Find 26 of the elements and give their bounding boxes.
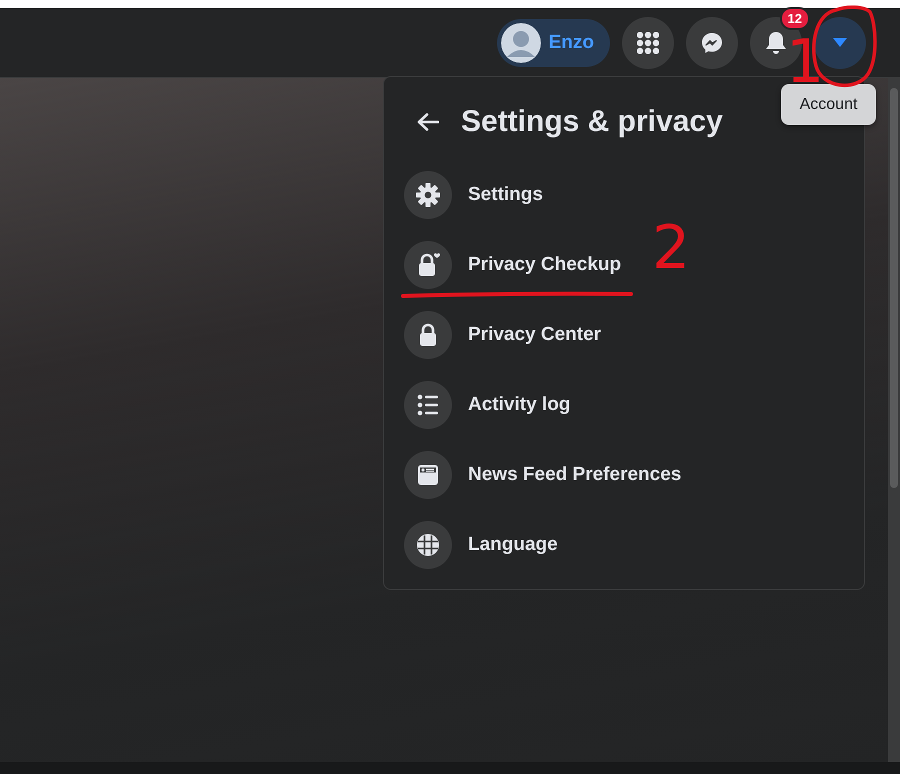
globe-icon	[404, 521, 452, 569]
menu-item[interactable]: Settings	[404, 171, 543, 219]
card-icon	[404, 451, 452, 499]
profile-name: Enzo	[548, 32, 594, 54]
menu-item[interactable]: News Feed Preferences	[404, 451, 682, 499]
profile-button[interactable]: Enzo	[496, 18, 610, 66]
tooltip: Account	[781, 84, 876, 125]
messenger-icon	[700, 30, 724, 54]
avatar-icon	[500, 22, 541, 62]
grid-icon	[637, 32, 659, 54]
messenger-button[interactable]	[686, 16, 738, 68]
bell-icon	[765, 30, 787, 54]
scrollbar[interactable]	[888, 78, 900, 762]
menu-item[interactable]: Privacy Checkup	[404, 241, 622, 289]
notification-count: 12	[780, 6, 810, 30]
caret-icon	[833, 38, 847, 47]
annotation-number: 2	[652, 218, 690, 278]
menu-title: Settings & privacy	[461, 104, 723, 138]
list-icon	[404, 381, 452, 429]
menu-item[interactable]: Language	[404, 521, 558, 569]
gear-icon	[404, 171, 452, 219]
menu-item[interactable]: Privacy Center	[404, 311, 602, 359]
back-arrow-icon[interactable]	[417, 112, 439, 130]
lock-icon	[404, 311, 452, 359]
menu-button[interactable]	[622, 16, 674, 68]
menu-item[interactable]: Activity log	[404, 381, 570, 429]
